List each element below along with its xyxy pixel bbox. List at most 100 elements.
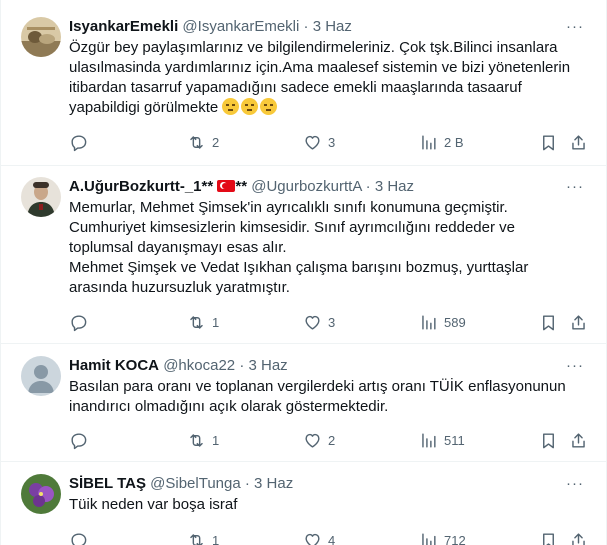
avatar[interactable]	[21, 474, 61, 514]
more-options-icon[interactable]: ···	[566, 17, 584, 37]
like-button[interactable]: 4	[303, 530, 335, 545]
more-options-icon[interactable]: ···	[566, 474, 584, 494]
tweet[interactable]: IsyankarEmekli @IsyankarEmekli · 3 Haz ·…	[1, 0, 606, 166]
bookmark-button[interactable]	[539, 132, 558, 152]
tweet-text-line: ulasılmasinda yardımlarınız için.Ama maa…	[69, 59, 571, 76]
tweet-header: IsyankarEmekli @IsyankarEmekli · 3 Haz ·…	[69, 17, 590, 37]
tweet-actions: 1 3 589	[69, 312, 590, 332]
tweet-text: Basılan para oranı ve toplanan vergilerd…	[69, 377, 590, 417]
more-options-icon[interactable]: ···	[566, 177, 584, 197]
reply-button[interactable]	[69, 312, 94, 332]
timeline-feed: IsyankarEmekli @IsyankarEmekli · 3 Haz ·…	[0, 0, 607, 545]
share-icon	[572, 432, 585, 448]
tweet-time[interactable]: 3 Haz	[254, 475, 293, 492]
views-chart-icon	[422, 314, 436, 330]
author-handle[interactable]: @hkoca22	[163, 357, 235, 374]
avatar[interactable]	[21, 17, 61, 57]
tweet-text: Özgür bey paylaşımlarınız ve bilgilendir…	[69, 38, 590, 118]
like-button[interactable]: 3	[303, 312, 335, 332]
retweet-icon	[190, 433, 203, 447]
tweet-text: Memurlar, Mehmet Şimsek'in ayrıcalıklı s…	[69, 198, 590, 298]
share-icon	[572, 134, 585, 150]
turkey-flag-icon	[217, 180, 236, 192]
heart-icon	[305, 433, 320, 448]
reply-button[interactable]	[69, 530, 94, 545]
avatar-image	[21, 17, 61, 57]
tweet-text: Tüik neden var boşa israf	[69, 495, 590, 515]
tweet-actions: 2 3 2 B	[69, 132, 590, 152]
heart-icon	[305, 315, 320, 330]
bookmark-icon	[543, 532, 554, 545]
share-icon	[572, 314, 585, 330]
separator-dot: ·	[365, 178, 371, 195]
retweet-count: 1	[212, 432, 220, 448]
author-name[interactable]: SİBEL TAŞ	[69, 475, 146, 492]
views-button[interactable]: 2 B	[419, 132, 464, 152]
tweet-text-line: Cumhuriyet kimsesizlerin kimsesidir. Sın…	[69, 219, 515, 236]
reply-icon	[71, 432, 87, 449]
tweet-text-line: Tüik neden var boşa israf	[69, 496, 238, 513]
views-chart-icon	[422, 134, 436, 150]
tweet-text-line: Basılan para oranı ve toplanan vergilerd…	[69, 378, 566, 395]
tweet[interactable]: A.UğurBozkurtt-_1** ** @UgurbozkurttA · …	[1, 166, 606, 344]
tweet-text-line: toplumsal dayanışmayı esas alır.	[69, 239, 287, 256]
bookmark-button[interactable]	[539, 312, 558, 332]
bookmark-button[interactable]	[539, 430, 558, 450]
avatar[interactable]	[21, 356, 61, 396]
tweet[interactable]: Hamit KOCA @hkoca22 · 3 Haz ··· Basılan …	[1, 344, 606, 462]
tweet-actions: 1 4 712	[69, 530, 590, 545]
reply-icon	[71, 314, 87, 331]
tweet-text-line: arasında huzursuzluk yaratmıştır.	[69, 279, 290, 296]
retweet-count: 2	[212, 134, 220, 150]
views-count: 589	[444, 314, 466, 330]
tweet-text-line: Mehmet Şimşek ve Vedat Işıkhan çalışma b…	[69, 259, 529, 276]
reply-button[interactable]	[69, 132, 94, 152]
like-button[interactable]: 3	[303, 132, 335, 152]
views-button[interactable]: 511	[419, 430, 465, 450]
retweet-button[interactable]: 1	[187, 430, 219, 450]
share-button[interactable]	[569, 430, 588, 450]
tweet-actions: 1 2 511	[69, 430, 590, 450]
separator-dot: ·	[239, 357, 245, 374]
author-handle[interactable]: @UgurbozkurttA	[251, 178, 361, 195]
author-name[interactable]: A.UğurBozkurtt-_1**	[69, 178, 213, 195]
tweet-text-line: Özgür bey paylaşımlarınız ve bilgilendir…	[69, 39, 558, 56]
retweet-button[interactable]: 1	[187, 312, 219, 332]
heart-icon	[305, 135, 320, 150]
retweet-icon	[190, 533, 203, 545]
share-button[interactable]	[569, 132, 588, 152]
retweet-button[interactable]: 1	[187, 530, 219, 545]
avatar[interactable]	[21, 177, 61, 217]
bookmark-icon	[543, 134, 554, 150]
retweet-count: 1	[212, 532, 220, 545]
tweet[interactable]: SİBEL TAŞ @SibelTunga · 3 Haz ··· Tüik n…	[1, 462, 606, 545]
views-button[interactable]: 589	[419, 312, 466, 332]
tweet-time[interactable]: 3 Haz	[375, 178, 414, 195]
tweet-header: A.UğurBozkurtt-_1** ** @UgurbozkurttA · …	[69, 177, 590, 197]
views-button[interactable]: 712	[419, 530, 466, 545]
views-chart-icon	[422, 532, 436, 545]
like-button[interactable]: 2	[303, 430, 335, 450]
tweet-header: Hamit KOCA @hkoca22 · 3 Haz ···	[69, 356, 590, 376]
tweet-time[interactable]: 3 Haz	[248, 357, 287, 374]
bookmark-button[interactable]	[539, 530, 558, 545]
author-handle[interactable]: @SibelTunga	[150, 475, 241, 492]
like-count: 2	[328, 432, 336, 448]
avatar-image	[21, 177, 61, 217]
share-button[interactable]	[569, 312, 588, 332]
reply-button[interactable]	[69, 430, 94, 450]
heart-icon	[305, 533, 320, 545]
more-options-icon[interactable]: ···	[566, 356, 584, 376]
like-count: 3	[328, 134, 336, 150]
reply-icon	[71, 532, 87, 545]
share-button[interactable]	[569, 530, 588, 545]
tweet-time[interactable]: 3 Haz	[313, 18, 352, 35]
tweet-text-line: inandırıcı olmadığını açık olarak göster…	[69, 398, 389, 415]
like-count: 4	[328, 532, 336, 545]
views-count: 712	[444, 532, 466, 545]
author-name[interactable]: Hamit KOCA	[69, 357, 159, 374]
retweet-button[interactable]: 2	[187, 132, 219, 152]
author-name[interactable]: IsyankarEmekli	[69, 18, 178, 35]
author-handle[interactable]: @IsyankarEmekli	[182, 18, 299, 35]
views-chart-icon	[422, 432, 436, 448]
